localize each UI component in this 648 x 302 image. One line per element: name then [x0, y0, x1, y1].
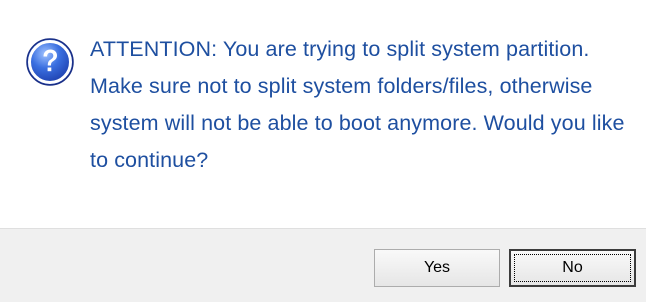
confirmation-dialog: ATTENTION: You are trying to split syste… [0, 0, 646, 302]
yes-button[interactable]: Yes [374, 249, 500, 287]
no-button-label: No [562, 259, 583, 276]
dialog-message: ATTENTION: You are trying to split syste… [90, 37, 625, 172]
question-icon [24, 36, 76, 88]
no-button[interactable]: No [509, 249, 636, 287]
yes-button-label: Yes [423, 259, 451, 276]
message-area: ATTENTION: You are trying to split syste… [0, 0, 646, 228]
